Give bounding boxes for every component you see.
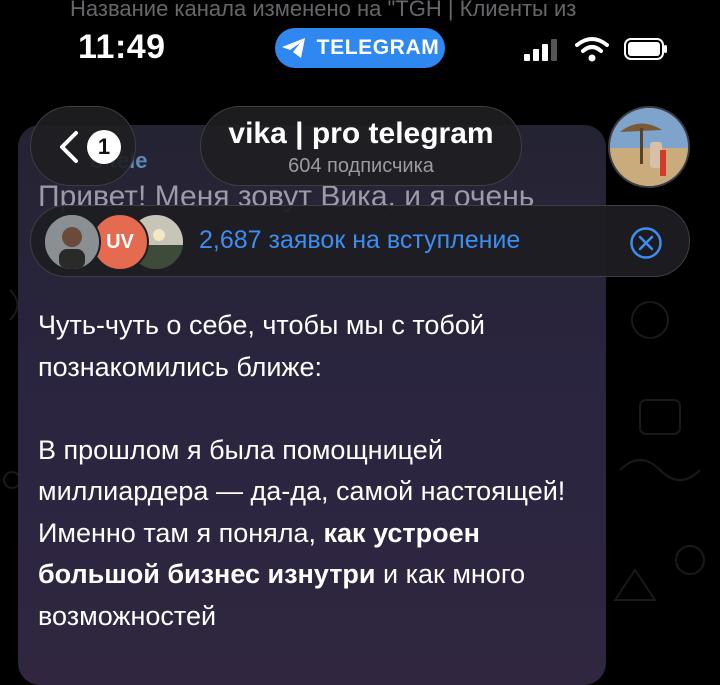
clock: 11:49 bbox=[78, 28, 166, 66]
channel-header[interactable]: vika | pro telegram 604 подписчика bbox=[200, 106, 522, 186]
join-requests-bar[interactable]: UV 2,687 заявок на вступление bbox=[30, 205, 690, 277]
join-requests-text: 2,687 заявок на вступление bbox=[199, 226, 521, 254]
message-paragraph: Чуть-чуть о себе, чтобы мы с тобой позна… bbox=[38, 310, 485, 382]
status-bar: 11:49 TELEGRAM bbox=[0, 18, 720, 78]
app-return-pill[interactable]: TELEGRAM bbox=[275, 28, 445, 68]
close-circle-icon[interactable] bbox=[629, 226, 663, 260]
message-text: Чуть-чуть о себе, чтобы мы с тобой позна… bbox=[38, 305, 598, 637]
channel-avatar[interactable] bbox=[608, 106, 690, 188]
unread-badge: 1 bbox=[87, 130, 121, 164]
requester-avatar bbox=[43, 213, 101, 271]
telegram-plane-icon bbox=[281, 38, 305, 58]
channel-photo bbox=[610, 108, 688, 186]
text-span: В прошлом я была помощницей миллиардера … bbox=[38, 434, 566, 548]
subscriber-count: 604 подписчика bbox=[288, 155, 434, 177]
back-button[interactable]: 1 bbox=[30, 106, 136, 186]
wifi-icon bbox=[575, 37, 609, 62]
back-chevron-icon bbox=[60, 131, 78, 163]
message-paragraph: В прошлом я была помощницей миллиардера … bbox=[38, 430, 598, 638]
app-pill-label: TELEGRAM bbox=[316, 36, 440, 59]
channel-title: vika | pro telegram bbox=[228, 117, 494, 150]
battery-icon bbox=[624, 38, 667, 60]
cellular-signal-icon bbox=[524, 39, 557, 61]
